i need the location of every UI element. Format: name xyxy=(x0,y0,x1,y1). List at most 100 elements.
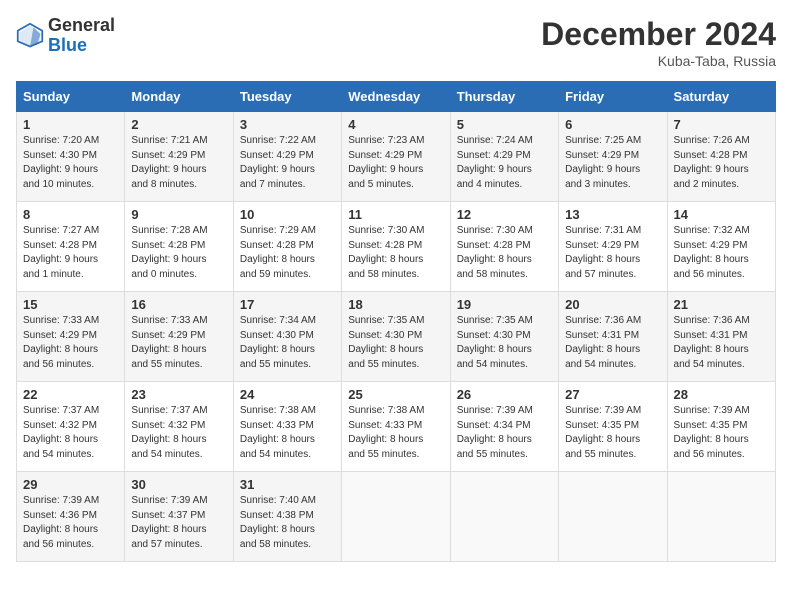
day-info: Sunrise: 7:40 AM Sunset: 4:38 PM Dayligh… xyxy=(240,494,335,552)
day-number: 4 xyxy=(348,117,443,132)
day-number: 10 xyxy=(240,207,335,222)
day-info: Sunrise: 7:39 AM Sunset: 4:35 PM Dayligh… xyxy=(565,404,660,462)
day-number: 12 xyxy=(457,207,552,222)
day-info: Sunrise: 7:39 AM Sunset: 4:35 PM Dayligh… xyxy=(674,404,769,462)
day-number: 24 xyxy=(240,387,335,402)
calendar-cell: 1 Sunrise: 7:20 AM Sunset: 4:30 PM Daylig… xyxy=(17,112,125,202)
calendar-cell: 21 Sunrise: 7:36 AM Sunset: 4:31 PM Dayli… xyxy=(667,292,775,382)
header-monday: Monday xyxy=(125,82,233,112)
calendar-table: SundayMondayTuesdayWednesdayThursdayFrid… xyxy=(16,81,776,562)
day-number: 17 xyxy=(240,297,335,312)
header-wednesday: Wednesday xyxy=(342,82,450,112)
calendar-cell xyxy=(450,472,558,562)
day-info: Sunrise: 7:39 AM Sunset: 4:37 PM Dayligh… xyxy=(131,494,226,552)
day-info: Sunrise: 7:34 AM Sunset: 4:30 PM Dayligh… xyxy=(240,314,335,372)
logo: General Blue xyxy=(16,16,115,56)
day-info: Sunrise: 7:39 AM Sunset: 4:36 PM Dayligh… xyxy=(23,494,118,552)
header-friday: Friday xyxy=(559,82,667,112)
calendar-cell: 15Sunrise: 7:33 AM Sunset: 4:29 PM Dayli… xyxy=(17,292,125,382)
calendar-cell: 18Sunrise: 7:35 AM Sunset: 4:30 PM Dayli… xyxy=(342,292,450,382)
calendar-cell: 29 Sunrise: 7:39 AM Sunset: 4:36 PM Dayli… xyxy=(17,472,125,562)
day-info: Sunrise: 7:36 AM Sunset: 4:31 PM Dayligh… xyxy=(674,314,769,372)
calendar-cell: 14Sunrise: 7:32 AM Sunset: 4:29 PM Dayli… xyxy=(667,202,775,292)
day-info: Sunrise: 7:36 AM Sunset: 4:31 PM Dayligh… xyxy=(565,314,660,372)
day-info: Sunrise: 7:28 AM Sunset: 4:28 PM Dayligh… xyxy=(131,224,226,282)
day-info: Sunrise: 7:35 AM Sunset: 4:30 PM Dayligh… xyxy=(348,314,443,372)
title-block: December 2024 Kuba-Taba, Russia xyxy=(541,16,776,69)
calendar-cell: 13Sunrise: 7:31 AM Sunset: 4:29 PM Dayli… xyxy=(559,202,667,292)
day-info: Sunrise: 7:33 AM Sunset: 4:29 PM Dayligh… xyxy=(131,314,226,372)
calendar-week-5: 29 Sunrise: 7:39 AM Sunset: 4:36 PM Dayli… xyxy=(17,472,776,562)
day-info: Sunrise: 7:21 AM Sunset: 4:29 PM Dayligh… xyxy=(131,134,226,192)
day-number: 1 xyxy=(23,117,118,132)
calendar-week-2: 8Sunrise: 7:27 AM Sunset: 4:28 PM Daylig… xyxy=(17,202,776,292)
day-number: 3 xyxy=(240,117,335,132)
day-info: Sunrise: 7:37 AM Sunset: 4:32 PM Dayligh… xyxy=(23,404,118,462)
header-saturday: Saturday xyxy=(667,82,775,112)
day-info: Sunrise: 7:26 AM Sunset: 4:28 PM Dayligh… xyxy=(674,134,769,192)
calendar-cell xyxy=(342,472,450,562)
day-info: Sunrise: 7:30 AM Sunset: 4:28 PM Dayligh… xyxy=(457,224,552,282)
calendar-cell: 17 Sunrise: 7:34 AM Sunset: 4:30 PM Dayli… xyxy=(233,292,341,382)
day-info: Sunrise: 7:20 AM Sunset: 4:30 PM Dayligh… xyxy=(23,134,118,192)
day-number: 6 xyxy=(565,117,660,132)
calendar-cell: 8Sunrise: 7:27 AM Sunset: 4:28 PM Daylig… xyxy=(17,202,125,292)
day-info: Sunrise: 7:27 AM Sunset: 4:28 PM Dayligh… xyxy=(23,224,118,282)
day-info: Sunrise: 7:25 AM Sunset: 4:29 PM Dayligh… xyxy=(565,134,660,192)
day-number: 9 xyxy=(131,207,226,222)
day-number: 14 xyxy=(674,207,769,222)
calendar-cell: 7 Sunrise: 7:26 AM Sunset: 4:28 PM Daylig… xyxy=(667,112,775,202)
day-info: Sunrise: 7:23 AM Sunset: 4:29 PM Dayligh… xyxy=(348,134,443,192)
day-number: 25 xyxy=(348,387,443,402)
day-number: 21 xyxy=(674,297,769,312)
calendar-cell: 19 Sunrise: 7:35 AM Sunset: 4:30 PM Dayli… xyxy=(450,292,558,382)
calendar-cell: 16Sunrise: 7:33 AM Sunset: 4:29 PM Dayli… xyxy=(125,292,233,382)
day-number: 27 xyxy=(565,387,660,402)
day-number: 30 xyxy=(131,477,226,492)
day-number: 26 xyxy=(457,387,552,402)
day-info: Sunrise: 7:39 AM Sunset: 4:34 PM Dayligh… xyxy=(457,404,552,462)
day-info: Sunrise: 7:24 AM Sunset: 4:29 PM Dayligh… xyxy=(457,134,552,192)
calendar-cell: 30 Sunrise: 7:39 AM Sunset: 4:37 PM Dayli… xyxy=(125,472,233,562)
calendar-subtitle: Kuba-Taba, Russia xyxy=(541,53,776,69)
day-number: 2 xyxy=(131,117,226,132)
day-number: 5 xyxy=(457,117,552,132)
calendar-cell: 22 Sunrise: 7:37 AM Sunset: 4:32 PM Dayli… xyxy=(17,382,125,472)
calendar-cell xyxy=(667,472,775,562)
day-number: 7 xyxy=(674,117,769,132)
calendar-cell: 6 Sunrise: 7:25 AM Sunset: 4:29 PM Daylig… xyxy=(559,112,667,202)
day-number: 13 xyxy=(565,207,660,222)
day-number: 22 xyxy=(23,387,118,402)
calendar-cell: 11Sunrise: 7:30 AM Sunset: 4:28 PM Dayli… xyxy=(342,202,450,292)
header-tuesday: Tuesday xyxy=(233,82,341,112)
calendar-cell: 9 Sunrise: 7:28 AM Sunset: 4:28 PM Daylig… xyxy=(125,202,233,292)
day-number: 20 xyxy=(565,297,660,312)
calendar-cell: 12 Sunrise: 7:30 AM Sunset: 4:28 PM Dayli… xyxy=(450,202,558,292)
calendar-cell: 2 Sunrise: 7:21 AM Sunset: 4:29 PM Daylig… xyxy=(125,112,233,202)
day-info: Sunrise: 7:35 AM Sunset: 4:30 PM Dayligh… xyxy=(457,314,552,372)
calendar-cell: 20 Sunrise: 7:36 AM Sunset: 4:31 PM Dayli… xyxy=(559,292,667,382)
calendar-cell: 4 Sunrise: 7:23 AM Sunset: 4:29 PM Daylig… xyxy=(342,112,450,202)
calendar-cell: 28Sunrise: 7:39 AM Sunset: 4:35 PM Dayli… xyxy=(667,382,775,472)
logo-blue: Blue xyxy=(48,35,87,55)
calendar-cell: 3 Sunrise: 7:22 AM Sunset: 4:29 PM Daylig… xyxy=(233,112,341,202)
calendar-header-row: SundayMondayTuesdayWednesdayThursdayFrid… xyxy=(17,82,776,112)
day-info: Sunrise: 7:29 AM Sunset: 4:28 PM Dayligh… xyxy=(240,224,335,282)
day-info: Sunrise: 7:37 AM Sunset: 4:32 PM Dayligh… xyxy=(131,404,226,462)
day-info: Sunrise: 7:38 AM Sunset: 4:33 PM Dayligh… xyxy=(348,404,443,462)
logo-text: General Blue xyxy=(48,16,115,56)
calendar-week-1: 1 Sunrise: 7:20 AM Sunset: 4:30 PM Daylig… xyxy=(17,112,776,202)
calendar-cell: 10 Sunrise: 7:29 AM Sunset: 4:28 PM Dayli… xyxy=(233,202,341,292)
day-number: 19 xyxy=(457,297,552,312)
logo-general: General xyxy=(48,15,115,35)
calendar-week-3: 15 Sunrise: 7:33 AM Sunset: 4:29 PM Dayli… xyxy=(17,292,776,382)
calendar-cell: 5 Sunrise: 7:24 AM Sunset: 4:29 PM Daylig… xyxy=(450,112,558,202)
day-number: 29 xyxy=(23,477,118,492)
day-number: 15 xyxy=(23,297,118,312)
calendar-cell: 31Sunrise: 7:40 AM Sunset: 4:38 PM Dayli… xyxy=(233,472,341,562)
calendar-cell: 24Sunrise: 7:38 AM Sunset: 4:33 PM Dayli… xyxy=(233,382,341,472)
header-sunday: Sunday xyxy=(17,82,125,112)
calendar-title: December 2024 xyxy=(541,16,776,53)
calendar-cell: 23Sunrise: 7:37 AM Sunset: 4:32 PM Dayli… xyxy=(125,382,233,472)
day-info: Sunrise: 7:22 AM Sunset: 4:29 PM Dayligh… xyxy=(240,134,335,192)
